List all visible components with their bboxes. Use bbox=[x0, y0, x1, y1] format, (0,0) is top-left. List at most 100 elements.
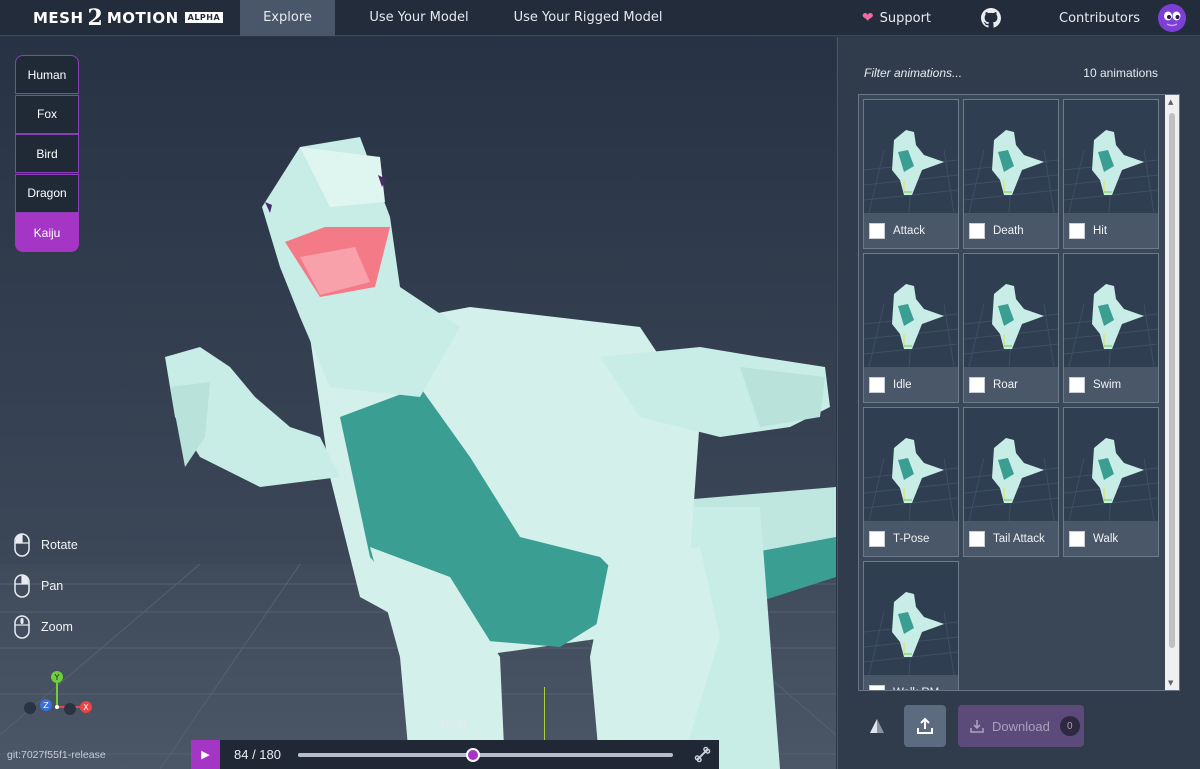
axis-x-label: X bbox=[83, 703, 89, 712]
animation-thumbnail-icon bbox=[964, 408, 1058, 521]
version-label: git:7027f55f1-release bbox=[7, 749, 106, 761]
animation-caption: Roar bbox=[964, 367, 1058, 402]
tab-explore[interactable]: Explore bbox=[240, 0, 335, 36]
animation-checkbox[interactable] bbox=[1069, 530, 1085, 547]
heart-icon: ❤ bbox=[861, 10, 874, 26]
timeline-thumb[interactable] bbox=[466, 747, 481, 762]
github-icon[interactable] bbox=[981, 8, 1002, 28]
animation-card[interactable]: Swim bbox=[1063, 253, 1159, 403]
animation-card[interactable]: Roar bbox=[963, 253, 1059, 403]
animation-thumbnail-icon bbox=[964, 254, 1058, 367]
mesh-triangle-icon[interactable] bbox=[868, 717, 886, 735]
kaiju-model bbox=[165, 137, 836, 769]
animation-caption: Hit bbox=[1064, 213, 1158, 248]
tab-use-your-model[interactable]: Use Your Model bbox=[335, 0, 503, 36]
animation-thumbnail-icon bbox=[1064, 254, 1158, 367]
animation-thumbnail-icon bbox=[964, 100, 1058, 213]
animation-caption: Tail Attack bbox=[964, 521, 1058, 556]
filter-animations-input[interactable] bbox=[864, 64, 1014, 82]
animation-card[interactable]: Tail Attack bbox=[963, 407, 1059, 557]
mouse-right-icon bbox=[14, 573, 30, 598]
rotate-hint: Rotate bbox=[14, 524, 78, 565]
animation-card[interactable]: Death bbox=[963, 99, 1059, 249]
animation-checkbox[interactable] bbox=[869, 530, 885, 547]
mouse-wheel-icon bbox=[14, 614, 30, 639]
upload-button[interactable] bbox=[904, 705, 946, 747]
axes-gizmo-icon[interactable]: Y Z X bbox=[20, 669, 100, 719]
alpha-badge: ALPHA bbox=[184, 12, 224, 23]
animation-name: Roar bbox=[993, 378, 1018, 391]
animation-name: Swim bbox=[1093, 378, 1122, 391]
animation-thumbnail-icon bbox=[864, 562, 958, 675]
zoom-hint: Zoom bbox=[14, 606, 78, 647]
animation-card[interactable]: Walk bbox=[1063, 407, 1159, 557]
download-label: Download bbox=[992, 718, 1050, 734]
animation-caption: Death bbox=[964, 213, 1058, 248]
animation-card[interactable]: T-Pose bbox=[863, 407, 959, 557]
axis-y-label: Y bbox=[54, 673, 60, 682]
animation-caption: T-Pose bbox=[864, 521, 958, 556]
animation-thumbnail-icon bbox=[864, 408, 958, 521]
timeline-slider[interactable] bbox=[298, 747, 673, 762]
download-button[interactable]: Download 0 bbox=[958, 705, 1084, 747]
animation-count: 10 animations bbox=[1083, 66, 1158, 80]
animation-name: Walk bbox=[1093, 532, 1119, 545]
animation-grid-scrollbar[interactable]: ▲ ▼ bbox=[1165, 95, 1179, 690]
animation-thumbnail-icon bbox=[864, 100, 958, 213]
animation-checkbox[interactable] bbox=[969, 222, 985, 239]
top-bar: MESH 2 MOTION ALPHA Explore Use Your Mod… bbox=[0, 0, 1200, 36]
model-kaiju-button[interactable]: Kaiju bbox=[15, 213, 79, 252]
app-logo[interactable]: MESH 2 MOTION ALPHA bbox=[0, 0, 240, 36]
contributors-link[interactable]: Contributors bbox=[1059, 11, 1140, 26]
play-button[interactable]: ▶ bbox=[191, 740, 220, 769]
animation-caption: Idle bbox=[864, 367, 958, 402]
model-bird-button[interactable]: Bird bbox=[15, 134, 79, 173]
export-actions: Download 0 bbox=[868, 705, 1084, 747]
animation-card[interactable]: Walk RM bbox=[863, 561, 959, 691]
download-icon bbox=[970, 720, 984, 733]
support-link[interactable]: ❤ Support bbox=[862, 10, 931, 26]
upload-icon bbox=[917, 717, 933, 734]
animation-name: Hit bbox=[1093, 224, 1108, 237]
3d-viewport[interactable]: Human Fox Bird Dragon Kaiju Rotate Pan Z… bbox=[0, 37, 836, 769]
animation-card[interactable]: Idle bbox=[863, 253, 959, 403]
camera-controls-help: Rotate Pan Zoom bbox=[14, 524, 78, 647]
scrollbar-thumb[interactable] bbox=[1169, 113, 1175, 648]
animation-checkbox[interactable] bbox=[969, 530, 985, 547]
animation-checkbox[interactable] bbox=[1069, 376, 1085, 393]
rotate-label: Rotate bbox=[41, 537, 78, 552]
animations-panel: 10 animations Attack Death Hit Idle Roar Swim… bbox=[837, 37, 1200, 769]
model-selector: Human Fox Bird Dragon Kaiju bbox=[15, 55, 79, 253]
model-human-button[interactable]: Human bbox=[15, 55, 79, 94]
avatar[interactable] bbox=[1158, 4, 1186, 32]
animation-name: Walk RM bbox=[893, 687, 939, 691]
support-label: Support bbox=[879, 10, 932, 26]
mouse-left-icon bbox=[14, 532, 30, 557]
animation-name: Death bbox=[993, 224, 1024, 237]
playback-bar: ▶ 84 / 180 bbox=[191, 740, 719, 769]
animation-checkbox[interactable] bbox=[1069, 222, 1085, 239]
axis-z-label: Z bbox=[43, 701, 49, 710]
play-icon: ▶ bbox=[201, 748, 210, 761]
bone-icon[interactable] bbox=[694, 746, 711, 763]
pan-hint: Pan bbox=[14, 565, 78, 606]
model-dragon-button[interactable]: Dragon bbox=[15, 173, 79, 213]
animation-card[interactable]: Attack bbox=[863, 99, 959, 249]
zoom-label: Zoom bbox=[41, 619, 73, 634]
model-fox-button[interactable]: Fox bbox=[15, 94, 79, 134]
animation-card[interactable]: Hit bbox=[1063, 99, 1159, 249]
animation-checkbox[interactable] bbox=[869, 684, 885, 690]
tab-use-your-rigged-model[interactable]: Use Your Rigged Model bbox=[503, 0, 673, 36]
animation-caption: Walk RM bbox=[864, 675, 958, 691]
animation-checkbox[interactable] bbox=[969, 376, 985, 393]
animation-checkbox[interactable] bbox=[869, 222, 885, 239]
scroll-up-icon[interactable]: ▲ bbox=[1168, 98, 1173, 106]
animation-name: Attack bbox=[893, 224, 925, 237]
logo-word-mesh: MESH bbox=[33, 8, 84, 27]
animation-checkbox[interactable] bbox=[869, 376, 885, 393]
scroll-down-icon[interactable]: ▼ bbox=[1168, 679, 1173, 687]
download-count-badge: 0 bbox=[1059, 716, 1080, 736]
animation-thumbnail-icon bbox=[864, 254, 958, 367]
animation-grid: Attack Death Hit Idle Roar Swim T-Pose Tail Att… bbox=[858, 94, 1180, 691]
frame-counter: 84 / 180 bbox=[234, 747, 281, 762]
